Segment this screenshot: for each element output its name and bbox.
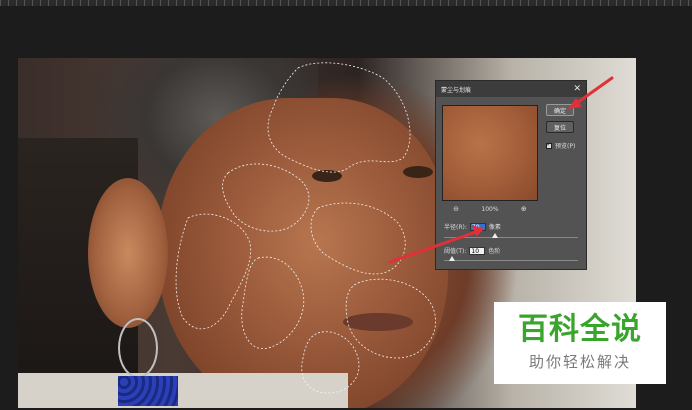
- zoom-controls: ⊖ 100% ⊕: [442, 205, 538, 213]
- watermark-logo: 百科全说 助你轻松解决: [494, 302, 666, 384]
- zoom-out-icon[interactable]: ⊖: [453, 205, 459, 213]
- annotation-arrow-radius: [388, 225, 484, 264]
- watermark-subtitle: 助你轻松解决: [528, 352, 631, 371]
- watermark-title: 百科全说: [518, 311, 642, 347]
- dialog-title: 蒙尘与划痕: [441, 86, 472, 94]
- earring: [118, 318, 158, 378]
- threshold-unit: 色阶: [488, 248, 501, 255]
- filter-preview[interactable]: [442, 105, 538, 201]
- preview-checkbox[interactable]: [546, 141, 552, 149]
- zoom-level: 100%: [481, 205, 499, 213]
- annotation-arrow-ok: [568, 76, 614, 109]
- radius-slider-thumb[interactable]: [491, 233, 498, 238]
- reset-button[interactable]: 复位: [546, 121, 574, 133]
- preview-label: 预览(P): [555, 143, 576, 150]
- preview-checkbox-row[interactable]: 预览(P): [546, 141, 575, 150]
- ear: [88, 178, 168, 328]
- zoom-in-icon[interactable]: ⊕: [521, 205, 527, 213]
- radius-unit: 像素: [488, 224, 501, 231]
